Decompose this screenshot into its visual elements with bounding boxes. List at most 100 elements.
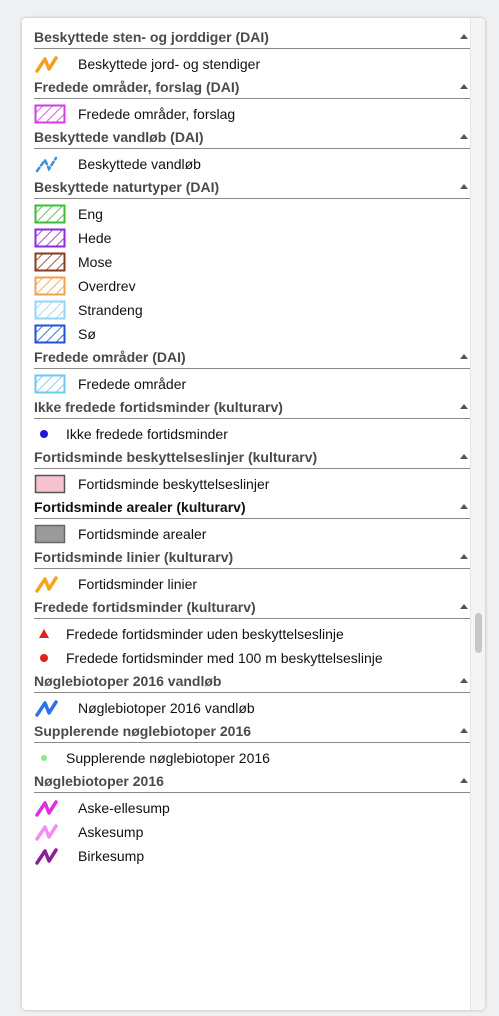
collapse-arrow-icon[interactable] [460, 554, 468, 559]
legend-item: Nøglebiotoper 2016 vandløb [34, 696, 472, 720]
collapse-arrow-icon[interactable] [460, 354, 468, 359]
orange-hatch-icon [34, 276, 68, 296]
section-title: Fortidsminde beskyttelseslinjer (kultura… [34, 449, 318, 465]
legend-item-label: Fortidsminder linier [78, 576, 198, 592]
section-title: Fredede områder, forslag (DAI) [34, 79, 240, 95]
collapse-arrow-icon[interactable] [460, 454, 468, 459]
collapse-arrow-icon[interactable] [460, 34, 468, 39]
legend-item: Birkesump [34, 844, 472, 868]
legend-item: Fredede fortidsminder med 100 m beskytte… [34, 646, 472, 670]
red-dot-icon [34, 648, 60, 668]
legend-item-label: Hede [78, 230, 112, 246]
section-title: Beskyttede naturtyper (DAI) [34, 179, 220, 195]
section-header[interactable]: Fredede områder, forslag (DAI) [34, 76, 472, 99]
legend-item: Fortidsminder linier [34, 572, 472, 596]
collapse-arrow-icon[interactable] [460, 404, 468, 409]
section-header[interactable]: Nøglebiotoper 2016 [34, 770, 472, 793]
legend-item: Hede [34, 226, 472, 250]
section-header[interactable]: Fortidsminde linier (kulturarv) [34, 546, 472, 569]
legend-item: Aske-ellesump [34, 796, 472, 820]
orange-line-icon [34, 54, 68, 74]
pink-box-icon [34, 474, 68, 494]
section-header[interactable]: Beskyttede vandløb (DAI) [34, 126, 472, 149]
legend-item-label: Overdrev [78, 278, 136, 294]
legend-panel: Beskyttede sten- og jorddiger (DAI) Besk… [22, 18, 485, 1010]
collapse-arrow-icon[interactable] [460, 604, 468, 609]
legend-content: Beskyttede sten- og jorddiger (DAI) Besk… [34, 26, 472, 868]
section-title: Fredede fortidsminder (kulturarv) [34, 599, 256, 615]
legend-item: Ikke fredede fortidsminder [34, 422, 472, 446]
legend-item: Overdrev [34, 274, 472, 298]
skyblue-hatch-icon [34, 374, 68, 394]
section-title: Beskyttede vandløb (DAI) [34, 129, 204, 145]
legend-item: Fredede fortidsminder uden beskyttelsesl… [34, 622, 472, 646]
section-header[interactable]: Fortidsminde beskyttelseslinjer (kultura… [34, 446, 472, 469]
green-dot-icon [34, 748, 60, 768]
legend-item: Sø [34, 322, 472, 346]
legend-item-label: Aske-ellesump [78, 800, 170, 816]
collapse-arrow-icon[interactable] [460, 728, 468, 733]
legend-item-label: Sø [78, 326, 96, 342]
collapse-arrow-icon[interactable] [460, 184, 468, 189]
legend-item: Fredede områder [34, 372, 472, 396]
scrollbar[interactable] [470, 18, 485, 1010]
lightblue-hatch-icon [34, 300, 68, 320]
legend-item-label: Askesump [78, 824, 144, 840]
legend-item: Strandeng [34, 298, 472, 322]
legend-item-label: Fredede områder [78, 376, 187, 392]
pink-line-icon [34, 822, 68, 842]
blue-line-icon [34, 698, 68, 718]
legend-item-label: Supplerende nøglebiotoper 2016 [66, 750, 270, 766]
section-header[interactable]: Fredede fortidsminder (kulturarv) [34, 596, 472, 619]
section-header[interactable]: Beskyttede naturtyper (DAI) [34, 176, 472, 199]
legend-item-label: Beskyttede vandløb [78, 156, 201, 172]
collapse-arrow-icon[interactable] [460, 778, 468, 783]
section-header[interactable]: Nøglebiotoper 2016 vandløb [34, 670, 472, 693]
section-header[interactable]: Fredede områder (DAI) [34, 346, 472, 369]
legend-item: Mose [34, 250, 472, 274]
scrollbar-thumb[interactable] [475, 613, 482, 653]
section-title: Beskyttede sten- og jorddiger (DAI) [34, 29, 269, 45]
blue-dashed-line-icon [34, 154, 68, 174]
legend-item-label: Eng [78, 206, 103, 222]
blue-dot-icon [34, 424, 60, 444]
section-title: Fortidsminde linier (kulturarv) [34, 549, 234, 565]
legend-item: Eng [34, 202, 472, 226]
darkpurple-line-icon [34, 846, 68, 866]
legend-item: Fredede områder, forslag [34, 102, 472, 126]
legend-item-label: Strandeng [78, 302, 143, 318]
legend-item-label: Fredede fortidsminder med 100 m beskytte… [66, 650, 383, 666]
legend-item: Beskyttede vandløb [34, 152, 472, 176]
legend-item: Fortidsminde beskyttelseslinjer [34, 472, 472, 496]
section-title: Ikke fredede fortidsminder (kulturarv) [34, 399, 283, 415]
legend-item-label: Birkesump [78, 848, 145, 864]
section-title: Supplerende nøglebiotoper 2016 [34, 723, 252, 739]
legend-item: Beskyttede jord- og stendiger [34, 52, 472, 76]
red-triangle-icon [34, 624, 60, 644]
section-header[interactable]: Beskyttede sten- og jorddiger (DAI) [34, 26, 472, 49]
collapse-arrow-icon[interactable] [460, 84, 468, 89]
section-title: Fortidsminde arealer (kulturarv) [34, 499, 246, 515]
magenta-hatch-icon [34, 104, 68, 124]
legend-item-label: Fredede fortidsminder uden beskyttelsesl… [66, 626, 344, 642]
legend-item: Supplerende nøglebiotoper 2016 [34, 746, 472, 770]
blue-hatch-icon [34, 324, 68, 344]
legend-item-label: Mose [78, 254, 113, 270]
section-header[interactable]: Supplerende nøglebiotoper 2016 [34, 720, 472, 743]
section-title: Fredede områder (DAI) [34, 349, 186, 365]
orange-line-icon [34, 574, 68, 594]
section-header[interactable]: Ikke fredede fortidsminder (kulturarv) [34, 396, 472, 419]
gray-box-icon [34, 524, 68, 544]
section-header[interactable]: Fortidsminde arealer (kulturarv) [34, 496, 472, 519]
purple-hatch-icon [34, 228, 68, 248]
legend-item-label: Nøglebiotoper 2016 vandløb [78, 700, 255, 716]
legend-item-label: Fortidsminde beskyttelseslinjer [78, 476, 270, 492]
collapse-arrow-icon[interactable] [460, 134, 468, 139]
green-hatch-icon [34, 204, 68, 224]
section-title: Nøglebiotoper 2016 vandløb [34, 673, 222, 689]
magenta-line-icon [34, 798, 68, 818]
collapse-arrow-icon[interactable] [460, 678, 468, 683]
collapse-arrow-icon[interactable] [460, 504, 468, 509]
legend-item: Fortidsminde arealer [34, 522, 472, 546]
section-title: Nøglebiotoper 2016 [34, 773, 164, 789]
